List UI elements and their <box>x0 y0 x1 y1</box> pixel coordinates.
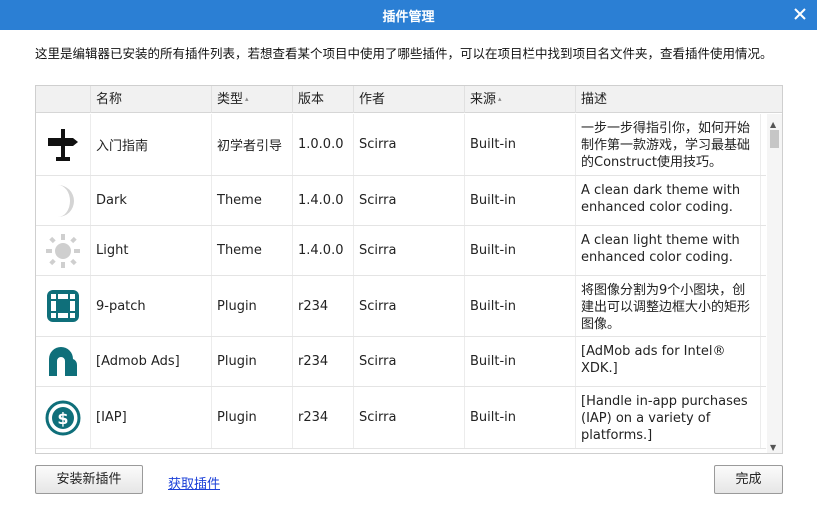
row-author: Scirra <box>354 387 465 448</box>
row-version: 1.0.0.0 <box>293 114 354 175</box>
row-description: A clean dark theme with enhanced color c… <box>576 176 761 225</box>
row-source: Built-in <box>465 337 576 386</box>
vertical-scrollbar[interactable]: ▲ ▼ <box>767 114 782 453</box>
row-type: Theme <box>212 176 293 225</box>
row-version: r234 <box>293 387 354 448</box>
col-header-name[interactable]: 名称 <box>91 86 212 113</box>
row-name: Dark <box>91 176 212 225</box>
get-plugins-link[interactable]: 获取插件 <box>168 473 220 492</box>
row-description: [Handle in-app purchases (IAP) on a vari… <box>576 387 761 448</box>
dollar-coin-icon: $ <box>36 387 91 448</box>
col-header-author[interactable]: 作者 <box>354 86 465 113</box>
col-header-icon <box>36 86 91 113</box>
row-name: 9-patch <box>91 276 212 336</box>
scroll-down-icon[interactable]: ▼ <box>770 443 776 452</box>
row-source: Built-in <box>465 114 576 175</box>
signpost-icon <box>36 114 91 175</box>
row-author: Scirra <box>354 114 465 175</box>
row-source: Built-in <box>465 226 576 275</box>
row-description: A clean light theme with enhanced color … <box>576 226 761 275</box>
row-type: Plugin <box>212 387 293 448</box>
table-row[interactable]: 9-patch Plugin r234 Scirra Built-in 将图像分… <box>36 276 766 337</box>
admob-icon <box>36 337 91 386</box>
svg-text:$: $ <box>57 409 68 428</box>
table-row[interactable]: $ [IAP] Plugin r234 Scirra Built-in [Han… <box>36 387 766 449</box>
row-name: 入门指南 <box>91 114 212 175</box>
row-version: r234 <box>293 276 354 336</box>
row-version: r234 <box>293 337 354 386</box>
row-source: Built-in <box>465 387 576 448</box>
row-description: 一步一步得指引你，如何开始制作第一款游戏，学习最基础的Construct使用技巧… <box>576 114 761 175</box>
row-name: [IAP] <box>91 387 212 448</box>
row-description: 将图像分割为9个小图块，创建出可以调整边框大小的矩形图像。 <box>576 276 761 336</box>
col-header-version[interactable]: 版本 <box>293 86 354 113</box>
row-author: Scirra <box>354 276 465 336</box>
table-row[interactable]: 入门指南 初学者引导 1.0.0.0 Scirra Built-in 一步一步得… <box>36 114 766 176</box>
table-row[interactable]: [Admob Ads] Plugin r234 Scirra Built-in … <box>36 337 766 387</box>
table-header: 名称 类型 ▴ 版本 作者 来源 ▴ 描述 <box>36 86 782 113</box>
install-plugin-button[interactable]: 安装新插件 <box>35 465 143 494</box>
done-button[interactable]: 完成 <box>714 465 783 494</box>
plugin-table: 名称 类型 ▴ 版本 作者 来源 ▴ 描述 入门指南 初学者引导 1.0.0.0 S… <box>35 85 783 454</box>
row-type: Plugin <box>212 276 293 336</box>
scroll-up-icon[interactable]: ▲ <box>770 120 776 129</box>
table-row[interactable]: Light Theme 1.4.0.0 Scirra Built-in A cl… <box>36 226 766 276</box>
table-row[interactable]: Dark Theme 1.4.0.0 Scirra Built-in A cle… <box>36 176 766 226</box>
close-icon[interactable] <box>791 5 809 23</box>
table-body: 入门指南 初学者引导 1.0.0.0 Scirra Built-in 一步一步得… <box>36 114 766 453</box>
row-type: Theme <box>212 226 293 275</box>
dialog-description: 这里是编辑器已安装的所有插件列表，若想查看某个项目中使用了哪些插件，可以在项目栏… <box>35 46 773 61</box>
sun-icon <box>36 226 91 275</box>
row-description: [AdMob ads for Intel® XDK.] <box>576 337 761 386</box>
row-version: 1.4.0.0 <box>293 226 354 275</box>
dialog-titlebar: 插件管理 <box>0 0 817 30</box>
row-version: 1.4.0.0 <box>293 176 354 225</box>
moon-icon <box>36 176 91 225</box>
dialog-title: 插件管理 <box>382 10 435 25</box>
row-type: Plugin <box>212 337 293 386</box>
row-name: [Admob Ads] <box>91 337 212 386</box>
row-source: Built-in <box>465 276 576 336</box>
row-author: Scirra <box>354 337 465 386</box>
row-author: Scirra <box>354 226 465 275</box>
row-type: 初学者引导 <box>212 114 293 175</box>
scrollbar-thumb[interactable] <box>770 130 779 148</box>
nine-patch-icon <box>36 276 91 336</box>
col-header-type[interactable]: 类型 ▴ <box>212 86 293 113</box>
col-header-description[interactable]: 描述 <box>576 86 782 113</box>
row-name: Light <box>91 226 212 275</box>
row-author: Scirra <box>354 176 465 225</box>
col-header-source[interactable]: 来源 ▴ <box>465 86 576 113</box>
row-source: Built-in <box>465 176 576 225</box>
